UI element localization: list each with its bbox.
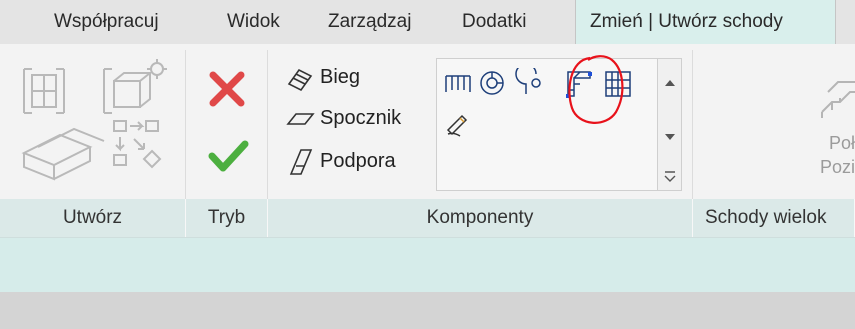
options-bar <box>0 237 855 293</box>
tab-manage[interactable]: Zarządzaj <box>314 0 425 44</box>
gallery-scroll-arrows <box>664 80 676 182</box>
red-annotation-circle <box>568 55 624 124</box>
properties-area <box>0 292 855 329</box>
spiral-stair-icon[interactable] <box>480 71 504 95</box>
run-icon <box>287 68 313 92</box>
panel-label-components[interactable]: Komponenty <box>268 199 693 237</box>
panel-label-multistory[interactable]: Schody wielok <box>693 199 855 237</box>
tab-view[interactable]: Widok <box>213 0 294 44</box>
gallery-expand-icon[interactable] <box>664 171 676 182</box>
landing-icon <box>286 113 315 125</box>
scroll-up-icon[interactable] <box>665 80 675 86</box>
straight-stair-icon[interactable] <box>445 75 471 92</box>
create-tools-icons <box>21 59 167 181</box>
multistory-stairs-icon <box>821 81 855 118</box>
multistory-button-label-1[interactable]: Poł <box>812 133 855 154</box>
tab-addins[interactable]: Dodatki <box>448 0 540 44</box>
tab-collaborate[interactable]: Współpracuj <box>40 0 173 44</box>
center-ends-spiral-icon[interactable] <box>515 68 541 94</box>
panel-label-mode[interactable]: Tryb <box>186 199 268 237</box>
finish-edit-mode-icon[interactable] <box>207 138 249 174</box>
support-icon <box>289 149 313 175</box>
cancel-edit-mode-icon[interactable] <box>207 69 247 109</box>
run-button[interactable]: Bieg <box>320 66 360 89</box>
landing-button[interactable]: Spocznik <box>320 107 401 130</box>
multistory-button-label-2[interactable]: Pozi <box>812 157 855 178</box>
panel-label-create[interactable]: Utwórz <box>0 199 186 237</box>
tab-modify-create-stairs[interactable]: Zmień | Utwórz schody <box>575 0 836 45</box>
support-button[interactable]: Podpora <box>320 150 396 173</box>
scroll-down-icon[interactable] <box>665 134 675 140</box>
create-sketch-icon[interactable] <box>446 114 468 137</box>
